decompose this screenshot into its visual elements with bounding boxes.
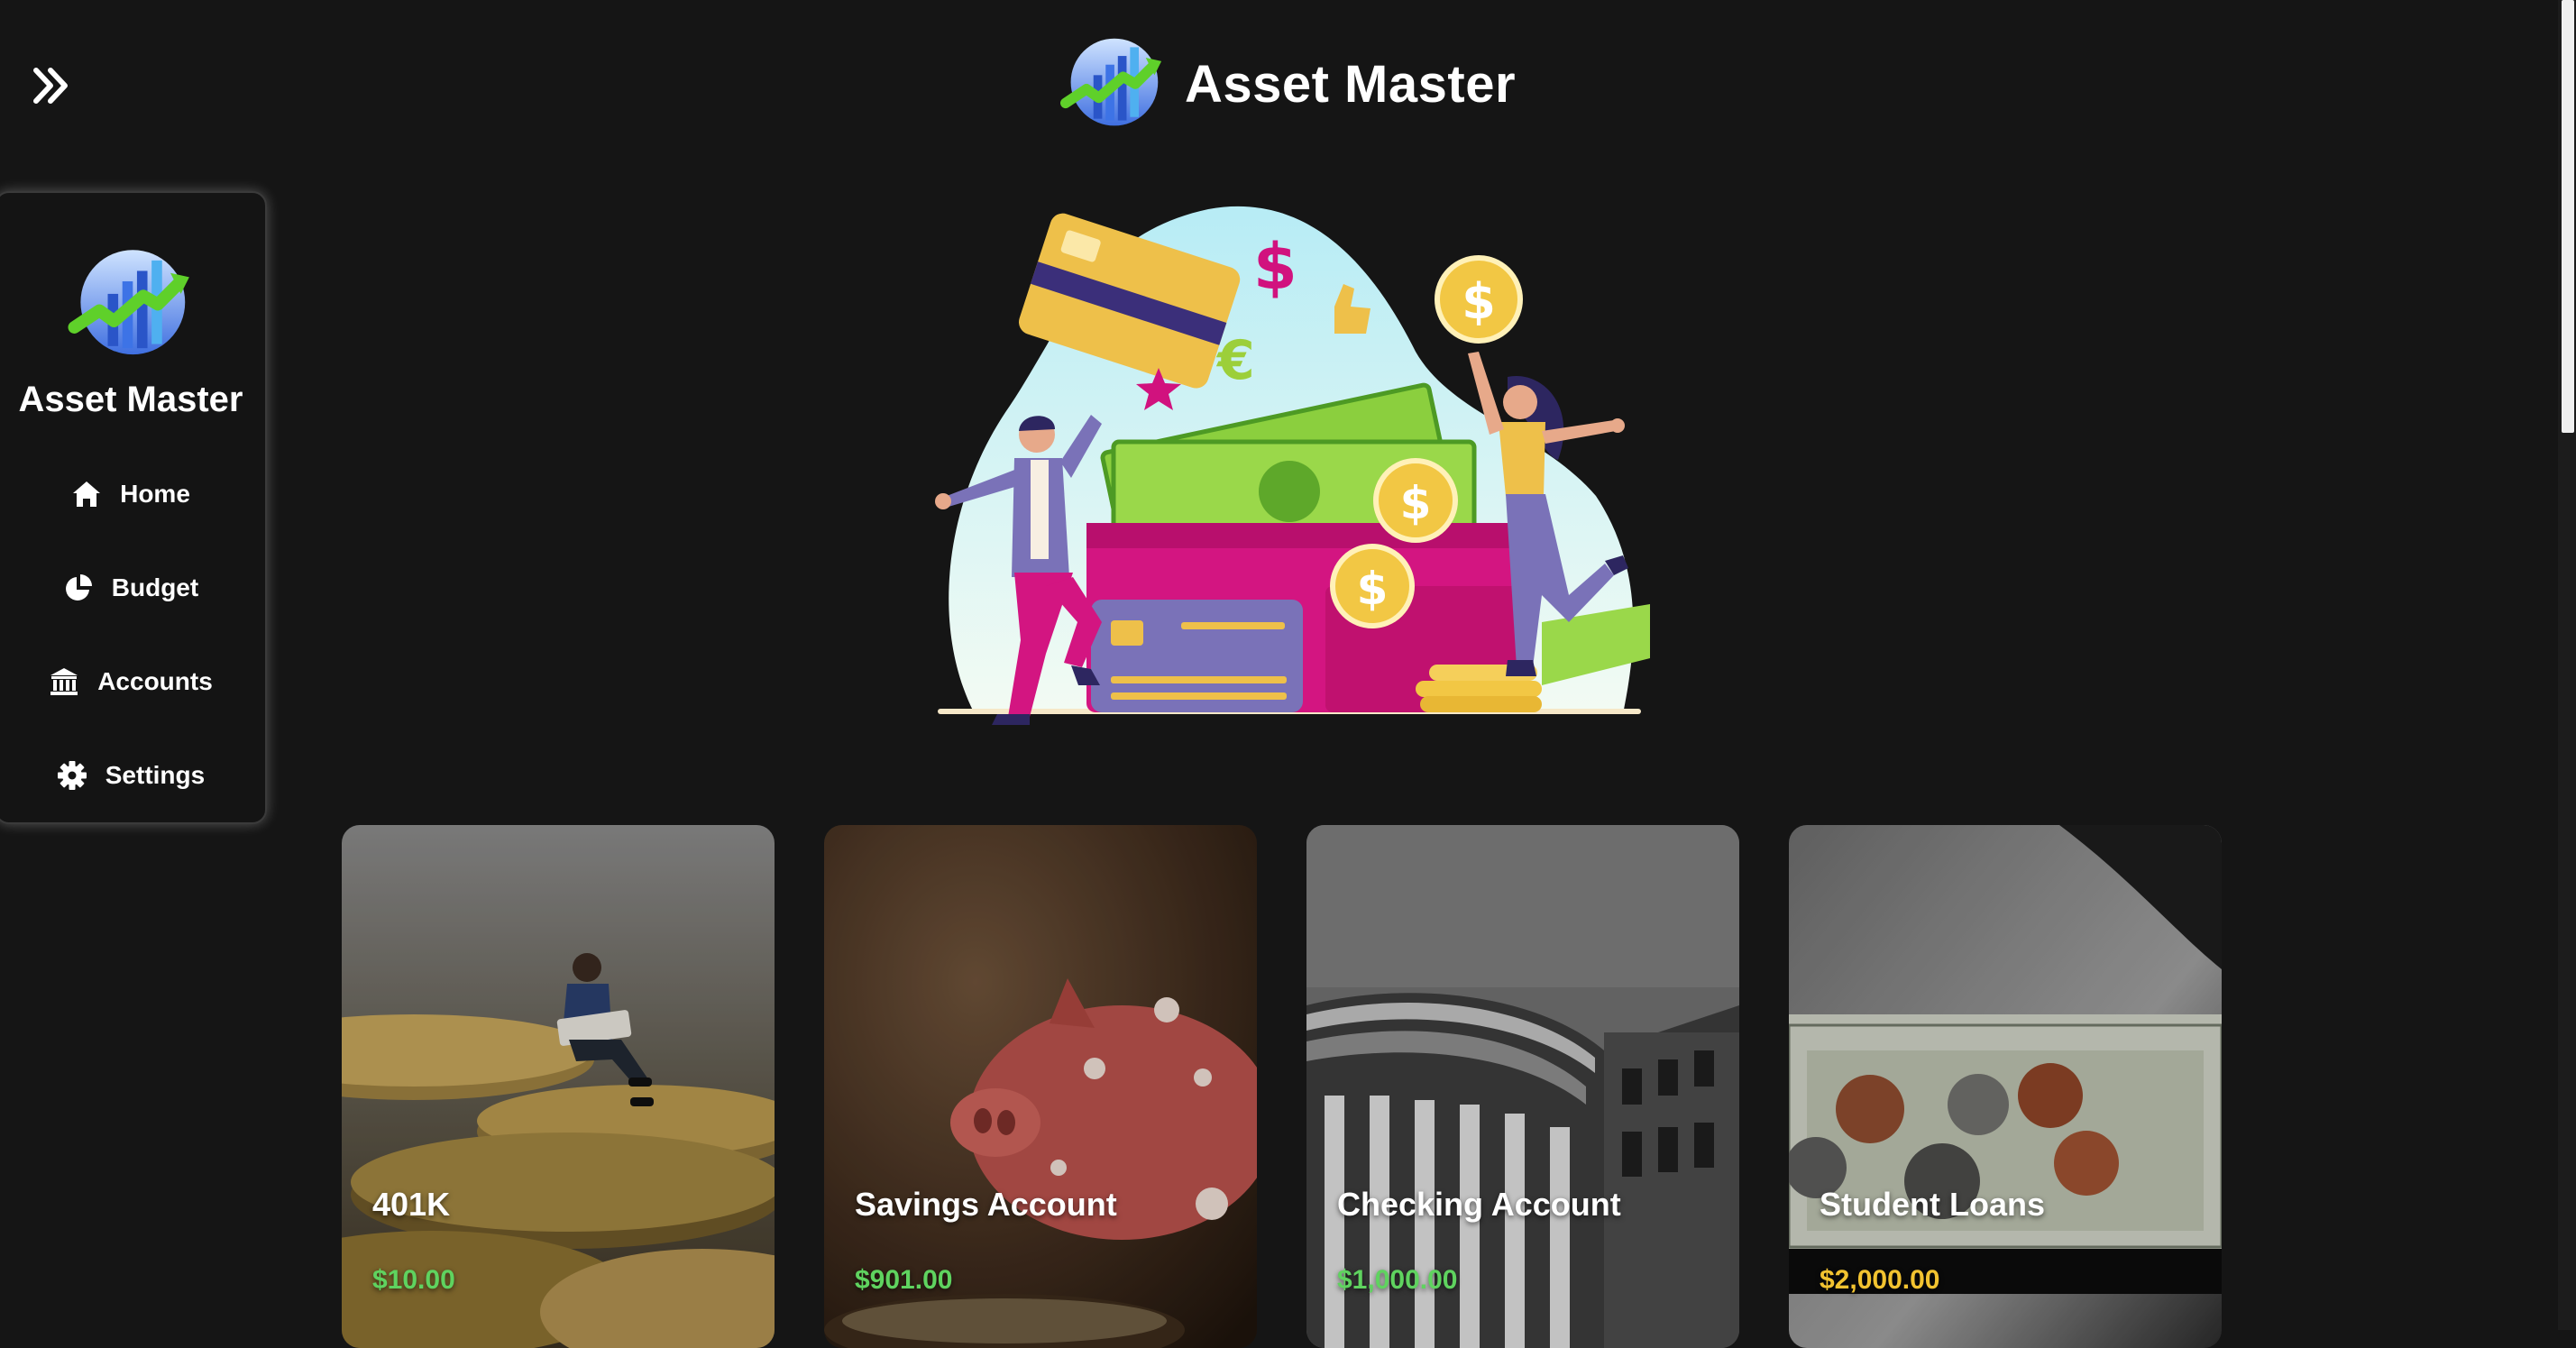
app-title: Asset Master: [1184, 54, 1517, 114]
account-card-student-loans[interactable]: Student Loans $2,000.00: [1789, 825, 2222, 1348]
sidebar-title: Asset Master: [18, 380, 243, 419]
card-amount: $1,000.00: [1337, 1265, 1458, 1295]
sidebar-item-label: Accounts: [97, 667, 213, 695]
app-header: Asset Master: [0, 25, 2576, 142]
page-scrollbar[interactable]: [2558, 0, 2576, 1330]
bank-icon: [50, 668, 78, 695]
card-amount: $10.00: [372, 1265, 455, 1295]
growth-chart-globe-icon: [68, 250, 189, 355]
card-title: Savings Account: [855, 1186, 1117, 1223]
sidebar-item-home[interactable]: Home: [49, 447, 213, 541]
scrollbar-thumb[interactable]: [2562, 0, 2574, 433]
home-icon: [73, 481, 101, 507]
sidebar-item-label: Home: [120, 480, 190, 508]
finance-hero-illustration: $ € $ $ $: [935, 206, 1650, 725]
sidebar-item-label: Budget: [111, 573, 199, 601]
sidebar-nav: Home Budget Accounts Settings: [49, 447, 213, 822]
svg-text:€: €: [1215, 329, 1255, 392]
card-title: Checking Account: [1337, 1186, 1621, 1223]
svg-text:$: $: [1400, 477, 1432, 529]
pie-chart-icon: [65, 574, 92, 601]
account-cards: 401K $10.00 Savings Account $901.00 Chec…: [342, 825, 2222, 1348]
account-card-checking[interactable]: Checking Account $1,000.00: [1306, 825, 1739, 1348]
account-card-savings[interactable]: Savings Account $901.00: [824, 825, 1257, 1348]
svg-text:$: $: [1462, 273, 1496, 330]
account-card-401k[interactable]: 401K $10.00: [342, 825, 775, 1348]
sidebar: Asset Master Home Budget Accounts Settin…: [0, 191, 267, 824]
svg-text:$: $: [1253, 230, 1297, 304]
card-title: Student Loans: [1820, 1186, 2045, 1223]
svg-text:$: $: [1357, 563, 1389, 615]
card-amount: $901.00: [855, 1265, 953, 1295]
growth-chart-globe-icon: [1059, 38, 1162, 126]
sidebar-item-accounts[interactable]: Accounts: [49, 635, 213, 729]
card-title: 401K: [372, 1186, 451, 1223]
sidebar-item-budget[interactable]: Budget: [49, 541, 213, 635]
gear-icon: [57, 761, 87, 790]
sidebar-item-settings[interactable]: Settings: [49, 729, 213, 822]
sidebar-item-label: Settings: [105, 761, 206, 789]
card-amount: $2,000.00: [1820, 1265, 1940, 1295]
